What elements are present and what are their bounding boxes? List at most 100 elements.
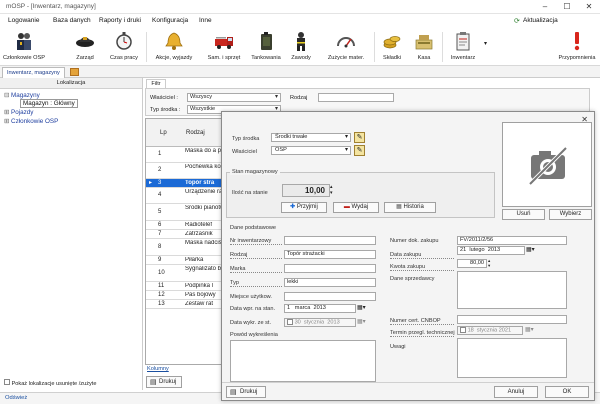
inspection-date-picker[interactable]: 18 stycznia 2021 <box>457 326 523 335</box>
location-header: Lokalizacja <box>0 78 142 89</box>
type-combo[interactable]: Środki trwałe ▾ <box>271 133 351 142</box>
brand-input[interactable] <box>284 264 376 273</box>
table-row[interactable]: 9 Piłarka <box>146 256 226 265</box>
table-row[interactable]: 10Sygnalizato bezruchu <box>146 265 226 282</box>
toolbar-cash-button[interactable]: Kasa <box>410 30 438 64</box>
close-button[interactable]: ✕ <box>578 0 600 14</box>
toolbar-vehicles-button[interactable]: Sam. i sprzęt <box>202 30 246 64</box>
calendar-dropdown-icon[interactable]: ▦▾ <box>357 318 366 325</box>
tree-item-main-warehouse[interactable]: Magazyn : Główny <box>20 99 78 108</box>
print-button[interactable]: ▤ Drukuj <box>146 376 182 388</box>
minimize-button[interactable]: – <box>534 0 556 14</box>
qty-spin-icon[interactable]: ▴ ▾ <box>330 184 333 196</box>
menu-logowanie[interactable]: Logowanie <box>8 17 39 24</box>
photo-box <box>502 122 592 207</box>
tree-expand-icon[interactable]: ⊞ <box>4 109 9 116</box>
cancel-button[interactable]: Anuluj <box>494 386 538 398</box>
owner-combo[interactable]: OSP ▾ <box>271 146 351 155</box>
table-row[interactable]: 5Środki pianotwórc <box>146 204 226 221</box>
inv-no-input[interactable] <box>284 236 376 245</box>
calendar-dropdown-icon[interactable]: ▦▾ <box>357 304 366 311</box>
table-row[interactable]: 12 Pas bojowy <box>146 291 226 300</box>
filter-owner-combo[interactable]: Wszyscy <box>187 93 281 102</box>
menu-baza-danych[interactable]: Baza danych <box>53 17 91 24</box>
filter-tab[interactable]: Filtr <box>146 79 166 88</box>
toolbar-competitions-button[interactable]: Zawody <box>286 30 316 64</box>
type2-input[interactable]: lekki <box>284 278 376 287</box>
show-deleted-option[interactable]: Pokaż lokalizacje usunięte /zużyte <box>4 379 96 387</box>
tree-expand-icon[interactable]: ⊞ <box>4 118 9 125</box>
seller-textarea[interactable] <box>457 271 567 309</box>
table-row-selected[interactable]: ▸ 3 Topór stra <box>146 179 226 188</box>
tab-close-icon[interactable] <box>70 68 79 76</box>
date-out-picker[interactable]: 30 stycznia 2013 <box>284 318 356 327</box>
location-label: Miejsce użytkow. <box>230 294 272 300</box>
menu-konfiguracja[interactable]: Konfiguracja <box>152 17 188 24</box>
table-row[interactable]: 8Maska nadciśnien <box>146 239 226 256</box>
amount-input[interactable]: 80,00 <box>457 259 487 268</box>
receive-button[interactable]: ✚ Przyjmij <box>281 202 327 213</box>
columns-link[interactable]: Kolumny <box>147 366 169 372</box>
inspection-checkbox[interactable] <box>460 327 466 333</box>
title-bar: mOSP - [Inwentarz, magazyny] – ☐ ✕ <box>0 0 600 14</box>
tab-inventory[interactable]: Inwentarz, magazyny <box>2 67 65 78</box>
table-row[interactable]: 2Pochewka koszulę <box>146 163 226 179</box>
printer-icon: ▤ <box>150 379 157 386</box>
ok-button[interactable]: OK <box>545 386 589 398</box>
toolbar-materials-button[interactable]: Zużycie mater. <box>322 30 370 64</box>
maximize-button[interactable]: ☐ <box>556 0 578 14</box>
toolbar-members-button[interactable]: Członkowie OSP <box>2 30 46 64</box>
date-out-checkbox[interactable] <box>287 319 293 325</box>
edit-type-icon[interactable]: ✎ <box>354 132 365 143</box>
dialog-print-button[interactable]: ▤ Drukuj <box>226 386 266 398</box>
update-link[interactable]: Aktualizacja <box>523 17 558 24</box>
menu-raporty[interactable]: Raporty i druki <box>99 17 141 24</box>
calendar-dropdown-icon[interactable]: ▦▾ <box>526 246 535 253</box>
coins-icon <box>383 36 401 49</box>
toolbar-worktime-button[interactable]: Czas pracy <box>106 30 142 64</box>
inv-no-label: Nr inwentarzowy <box>230 238 282 245</box>
tree-item-warehouses[interactable]: ⊟ Magazyny <box>4 92 40 99</box>
tree-collapse-icon[interactable]: ⊟ <box>4 92 9 99</box>
column-lp[interactable]: Lp <box>160 130 167 136</box>
choose-photo-button[interactable]: Wybierz <box>549 209 592 220</box>
kind-input[interactable]: Topór strażacki <box>284 250 376 259</box>
reason-textarea[interactable] <box>230 340 376 382</box>
chevron-down-icon[interactable]: ▾ <box>484 40 487 47</box>
date-in-picker[interactable]: 1 marca 2013 <box>284 304 356 313</box>
toolbar-dues-button[interactable]: Składki <box>378 30 406 64</box>
remove-photo-button[interactable]: Usuń <box>502 209 545 220</box>
table-row[interactable]: 4Urządzenie ratownicze <box>146 188 226 204</box>
table-row[interactable]: 11 Podpinka l <box>146 282 226 291</box>
history-button[interactable]: ▦ Historia <box>384 202 436 213</box>
toolbar-reminders-button[interactable]: Przypomnienia <box>556 30 598 64</box>
doc-no-input[interactable]: FV/2011/2/56 <box>457 236 567 245</box>
refresh-link[interactable]: Odśwież <box>5 395 27 401</box>
buy-date-picker[interactable]: 21 lutego 2013 <box>457 246 525 255</box>
calendar-dropdown-icon[interactable]: ▦▾ <box>525 326 534 333</box>
table-row[interactable]: 7 Zatrzaśnik <box>146 230 226 239</box>
tree-item-members[interactable]: ⊞ Członkowie OSP <box>4 118 58 125</box>
owner-label: Właściciel <box>232 149 257 155</box>
toolbar-actions-button[interactable]: Akcje, wyjazdy <box>152 30 196 64</box>
table-row[interactable]: 1Maska do a powietrzne <box>146 147 226 163</box>
notes-textarea[interactable] <box>457 338 567 378</box>
menu-inne[interactable]: Inne <box>199 17 212 24</box>
item-dialog: ✕ Typ środka Środki trwałe ▾ ✎ Właściciel… <box>221 111 595 401</box>
stock-group-title: Stan magazynowy <box>230 169 280 175</box>
tree-item-vehicles[interactable]: ⊞ Pojazdy <box>4 109 33 116</box>
table-row[interactable]: 13 Zestaw rat <box>146 300 226 309</box>
show-deleted-checkbox[interactable] <box>4 379 10 385</box>
cert-input[interactable] <box>457 315 567 324</box>
amount-label: Kwota zakupu <box>390 264 454 271</box>
amount-spin-icon[interactable]: ▴ ▾ <box>488 258 490 268</box>
toolbar-board-button[interactable]: Zarząd <box>68 30 102 64</box>
column-kind[interactable]: Rodzaj <box>186 130 205 136</box>
toolbar-fuel-button[interactable]: Tankowania <box>248 30 284 64</box>
location-input[interactable] <box>284 292 376 301</box>
toolbar-inventory-button[interactable]: Inwentarz <box>446 30 480 64</box>
filter-kind-input[interactable] <box>318 93 394 102</box>
table-row[interactable]: 6 Radiotelef <box>146 221 226 230</box>
issue-button[interactable]: ▬ Wydaj <box>333 202 379 213</box>
edit-owner-icon[interactable]: ✎ <box>354 145 365 156</box>
